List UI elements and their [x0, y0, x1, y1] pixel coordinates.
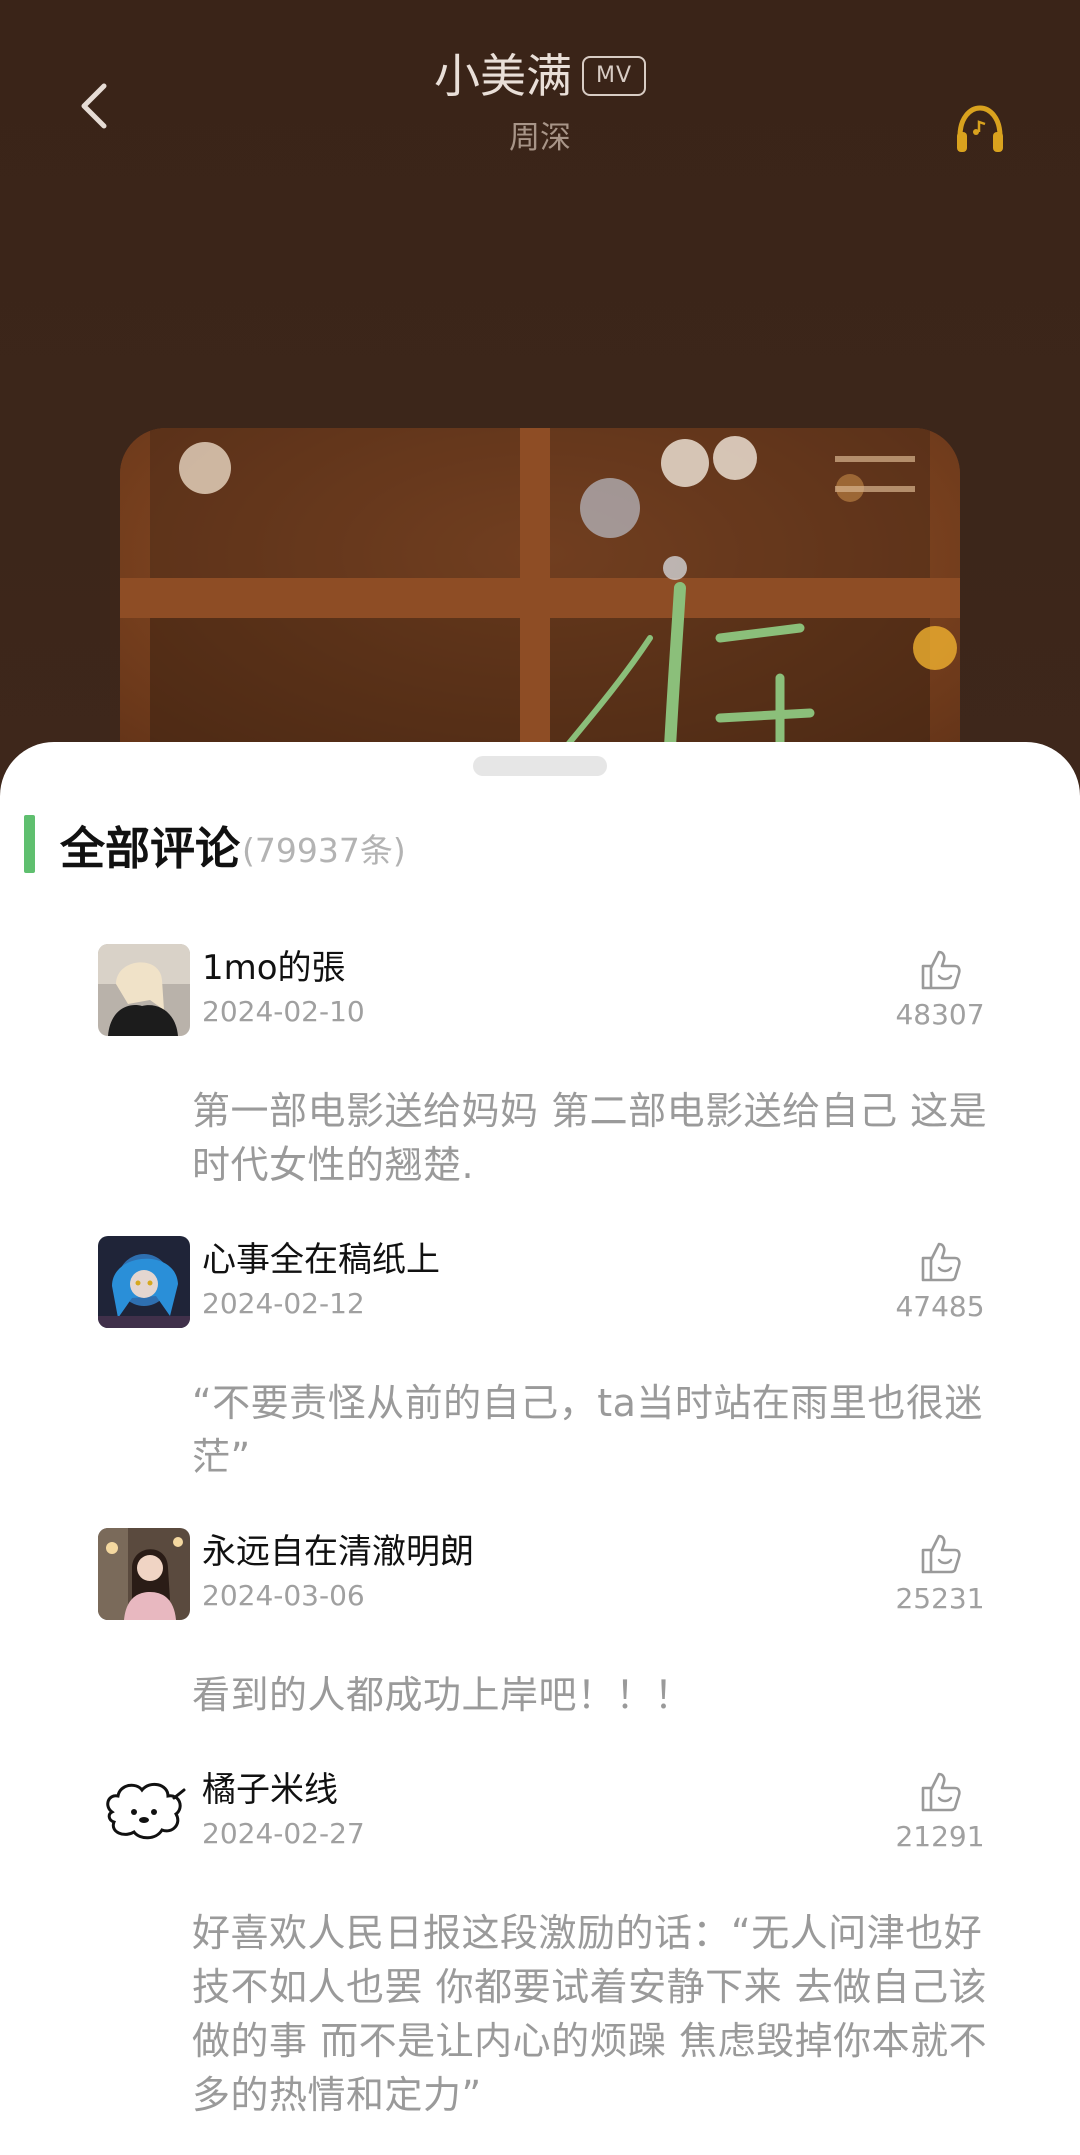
- comment-date: 2024-02-27: [202, 1817, 365, 1850]
- comment-user-name[interactable]: 橘子米线: [202, 1768, 338, 1812]
- avatar[interactable]: [98, 944, 190, 1036]
- song-title: 小美满: [433, 49, 572, 103]
- thumbs-up-icon: [921, 1534, 961, 1574]
- like-count: 25231: [895, 1582, 985, 1615]
- comment-user-name[interactable]: 1mo的張: [202, 946, 346, 990]
- like-count: 48307: [895, 998, 985, 1031]
- like-button[interactable]: 48307: [880, 944, 1000, 1032]
- headphone-button[interactable]: [952, 102, 1008, 158]
- headphone-icon: [957, 105, 1003, 152]
- avatar[interactable]: [98, 1236, 190, 1328]
- comment-date: 2024-02-12: [202, 1287, 365, 1320]
- comment-user-name[interactable]: 永远自在清澈明朗: [202, 1530, 474, 1574]
- comments-count: (79937条): [242, 831, 406, 870]
- player-area: 小美满 MV 周深: [0, 0, 1080, 848]
- mv-badge[interactable]: MV: [581, 56, 647, 96]
- thumbs-up-icon: [921, 1772, 961, 1812]
- comments-title: 全部评论: [60, 821, 241, 875]
- comment-text: “不要责怪从前的自己，ta当时站在雨里也很迷茫”: [192, 1381, 983, 1479]
- like-count: 21291: [895, 1820, 985, 1853]
- section-accent-bar: [24, 815, 35, 873]
- drag-handle[interactable]: [473, 756, 607, 776]
- like-button[interactable]: 25231: [880, 1528, 1000, 1616]
- artist-name[interactable]: 周深: [0, 118, 1080, 158]
- comment-text: 看到的人都成功上岸吧！！！: [192, 1673, 693, 1717]
- thumbs-up-icon: [921, 950, 961, 990]
- song-header: 小美满 MV 周深: [0, 48, 1080, 158]
- comment-date: 2024-03-06: [202, 1579, 365, 1612]
- comments-sheet: 全部评论 (79937条) 1mo的張 2024-02-10 48307 第一部…: [0, 742, 1080, 2155]
- comments-header: 全部评论 (79937条): [0, 814, 406, 875]
- comment-user-name[interactable]: 心事全在稿纸上: [202, 1238, 440, 1282]
- comment-text: 第一部电影送给妈妈 第二部电影送给自己 这是时代女性的翘楚.: [192, 1089, 988, 1187]
- thumbs-up-icon: [921, 1242, 961, 1282]
- like-button[interactable]: 47485: [880, 1236, 1000, 1324]
- like-button[interactable]: 21291: [880, 1766, 1000, 1854]
- comment-date: 2024-02-10: [202, 995, 365, 1028]
- like-count: 47485: [895, 1290, 985, 1323]
- comment-text: 好喜欢人民日报这段激励的话：“无人问津也好 技不如人也罢 你都要试着安静下来 去…: [192, 1911, 988, 2117]
- avatar[interactable]: [98, 1528, 190, 1620]
- avatar[interactable]: [98, 1766, 190, 1858]
